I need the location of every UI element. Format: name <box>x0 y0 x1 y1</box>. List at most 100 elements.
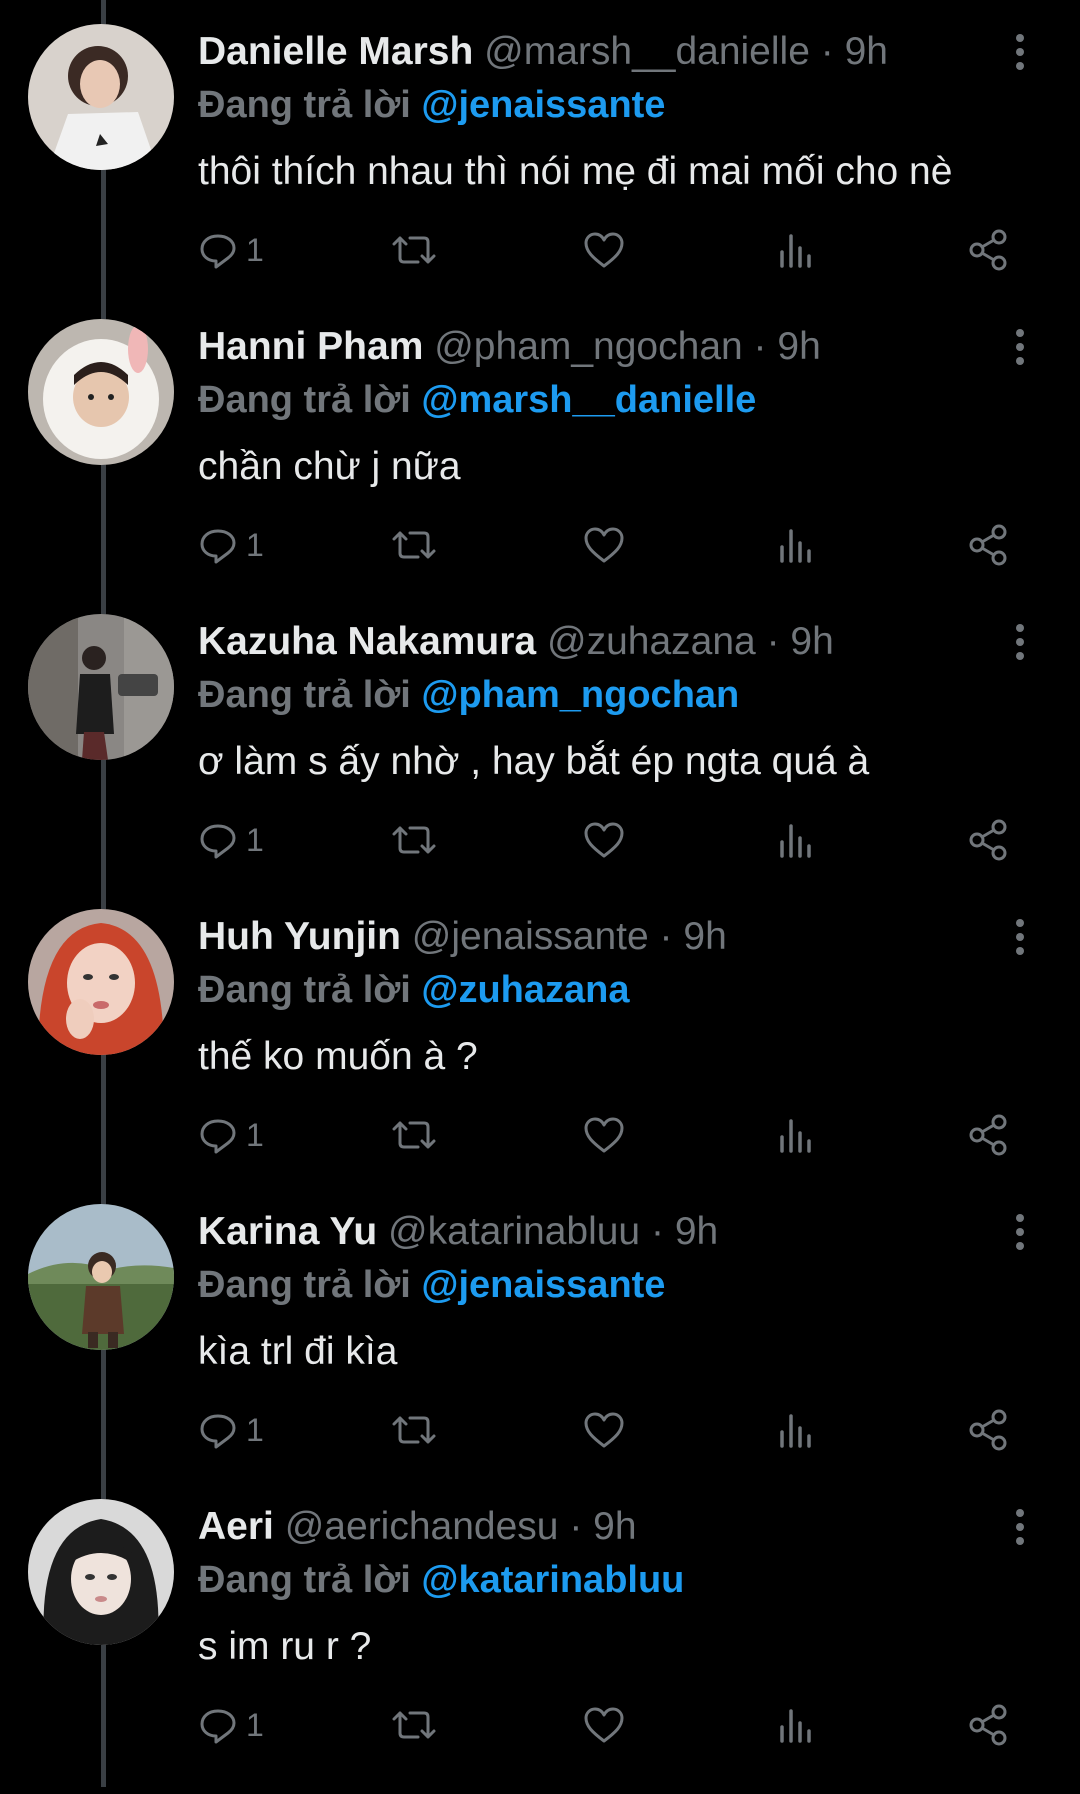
user-handle[interactable]: @zuhazana <box>547 620 756 663</box>
reply-button[interactable]: 1 <box>198 1107 264 1163</box>
replying-to-label: Đang trả lời <box>198 379 411 421</box>
reply-count: 1 <box>246 821 264 858</box>
reply-button[interactable]: 1 <box>198 1697 264 1753</box>
tweet-reply[interactable]: Hanni Pham @pham_ngochan · 9h Đang trả l… <box>0 319 1080 614</box>
display-name[interactable]: Aeri <box>198 1505 274 1548</box>
retweet-icon <box>392 1121 436 1149</box>
tweet-reply[interactable]: Huh Yunjin @jenaissante · 9h Đang trả lờ… <box>0 909 1080 1204</box>
tweet-reply[interactable]: Aeri @aerichandesu · 9h Đang trả lời @ka… <box>0 1499 1080 1794</box>
reply-button[interactable]: 1 <box>198 812 264 868</box>
share-icon <box>969 1409 1007 1451</box>
heart-icon <box>584 822 624 858</box>
tweet-header: Kazuha Nakamura @zuhazana · 9h <box>198 614 834 670</box>
views-button[interactable] <box>776 812 816 868</box>
timestamp[interactable]: 9h <box>790 620 833 663</box>
retweet-button[interactable] <box>390 1697 438 1753</box>
timestamp[interactable]: 9h <box>683 915 726 958</box>
action-bar: 1 <box>0 812 1080 868</box>
timestamp[interactable]: 9h <box>845 30 888 73</box>
separator-dot: · <box>820 30 834 73</box>
avatar[interactable] <box>28 1499 174 1645</box>
tweet-reply[interactable]: Danielle Marsh @marsh__danielle · 9h Đan… <box>0 24 1080 319</box>
retweet-button[interactable] <box>390 517 438 573</box>
display-name[interactable]: Karina Yu <box>198 1210 377 1253</box>
separator-dot: · <box>569 1505 583 1548</box>
tweet-text: kìa trl đi kìa <box>198 1330 398 1373</box>
tweet-text: ơ làm s ấy nhờ , hay bắt ép ngta quá à <box>198 740 870 783</box>
views-button[interactable] <box>776 1402 816 1458</box>
separator-dot: · <box>650 1210 664 1253</box>
user-handle[interactable]: @marsh__danielle <box>484 30 810 73</box>
mention-link[interactable]: @jenaissante <box>421 84 665 126</box>
reply-button[interactable]: 1 <box>198 1402 264 1458</box>
share-icon <box>969 819 1007 861</box>
more-vertical-icon[interactable] <box>1000 620 1040 664</box>
mention-link[interactable]: @pham_ngochan <box>421 674 739 716</box>
display-name[interactable]: Huh Yunjin <box>198 915 401 958</box>
heart-icon <box>584 1117 624 1153</box>
user-handle[interactable]: @jenaissante <box>412 915 649 958</box>
share-button[interactable] <box>966 517 1010 573</box>
display-name[interactable]: Hanni Pham <box>198 325 423 368</box>
mention-link[interactable]: @jenaissante <box>421 1264 665 1306</box>
separator-dot: · <box>766 620 780 663</box>
retweet-button[interactable] <box>390 1402 438 1458</box>
user-handle[interactable]: @katarinabluu <box>388 1210 640 1253</box>
more-vertical-icon[interactable] <box>1000 1210 1040 1254</box>
views-button[interactable] <box>776 517 816 573</box>
display-name[interactable]: Kazuha Nakamura <box>198 620 536 663</box>
like-button[interactable] <box>582 1402 626 1458</box>
share-icon <box>969 1114 1007 1156</box>
reply-button[interactable]: 1 <box>198 222 264 278</box>
more-vertical-icon[interactable] <box>1000 325 1040 369</box>
like-button[interactable] <box>582 517 626 573</box>
retweet-button[interactable] <box>390 812 438 868</box>
tweet-text: thế ko muốn à ? <box>198 1035 478 1078</box>
timestamp[interactable]: 9h <box>675 1210 718 1253</box>
tweet-reply[interactable]: Karina Yu @katarinabluu · 9h Đang trả lờ… <box>0 1204 1080 1499</box>
views-button[interactable] <box>776 1697 816 1753</box>
reply-button[interactable]: 1 <box>198 517 264 573</box>
timestamp[interactable]: 9h <box>593 1505 636 1548</box>
views-button[interactable] <box>776 1107 816 1163</box>
avatar[interactable] <box>28 319 174 465</box>
views-button[interactable] <box>776 222 816 278</box>
avatar[interactable] <box>28 1204 174 1350</box>
reply-count: 1 <box>246 231 264 268</box>
more-vertical-icon[interactable] <box>1000 30 1040 74</box>
mention-link[interactable]: @katarinabluu <box>421 1559 684 1601</box>
display-name[interactable]: Danielle Marsh <box>198 30 473 73</box>
replying-to: Đang trả lời @jenaissante <box>198 80 665 130</box>
share-button[interactable] <box>966 1402 1010 1458</box>
share-button[interactable] <box>966 812 1010 868</box>
replying-to: Đang trả lời @katarinabluu <box>198 1555 684 1605</box>
retweet-icon <box>392 531 436 559</box>
user-handle[interactable]: @aerichandesu <box>285 1505 559 1548</box>
replying-to: Đang trả lời @jenaissante <box>198 1260 665 1310</box>
reply-icon <box>200 529 236 564</box>
share-button[interactable] <box>966 1107 1010 1163</box>
retweet-button[interactable] <box>390 222 438 278</box>
reply-icon <box>200 1414 236 1449</box>
replying-to: Đang trả lời @pham_ngochan <box>198 670 739 720</box>
more-vertical-icon[interactable] <box>1000 1505 1040 1549</box>
reply-icon <box>200 234 236 269</box>
user-handle[interactable]: @pham_ngochan <box>434 325 742 368</box>
retweet-icon <box>392 1711 436 1739</box>
avatar[interactable] <box>28 24 174 170</box>
avatar[interactable] <box>28 909 174 1055</box>
timestamp[interactable]: 9h <box>777 325 820 368</box>
tweet-text: chần chừ j nữa <box>198 445 461 488</box>
like-button[interactable] <box>582 222 626 278</box>
retweet-button[interactable] <box>390 1107 438 1163</box>
mention-link[interactable]: @marsh__danielle <box>421 379 756 421</box>
like-button[interactable] <box>582 1107 626 1163</box>
share-button[interactable] <box>966 222 1010 278</box>
avatar[interactable] <box>28 614 174 760</box>
like-button[interactable] <box>582 1697 626 1753</box>
like-button[interactable] <box>582 812 626 868</box>
more-vertical-icon[interactable] <box>1000 915 1040 959</box>
share-button[interactable] <box>966 1697 1010 1753</box>
tweet-reply[interactable]: Kazuha Nakamura @zuhazana · 9h Đang trả … <box>0 614 1080 909</box>
mention-link[interactable]: @zuhazana <box>421 969 629 1011</box>
